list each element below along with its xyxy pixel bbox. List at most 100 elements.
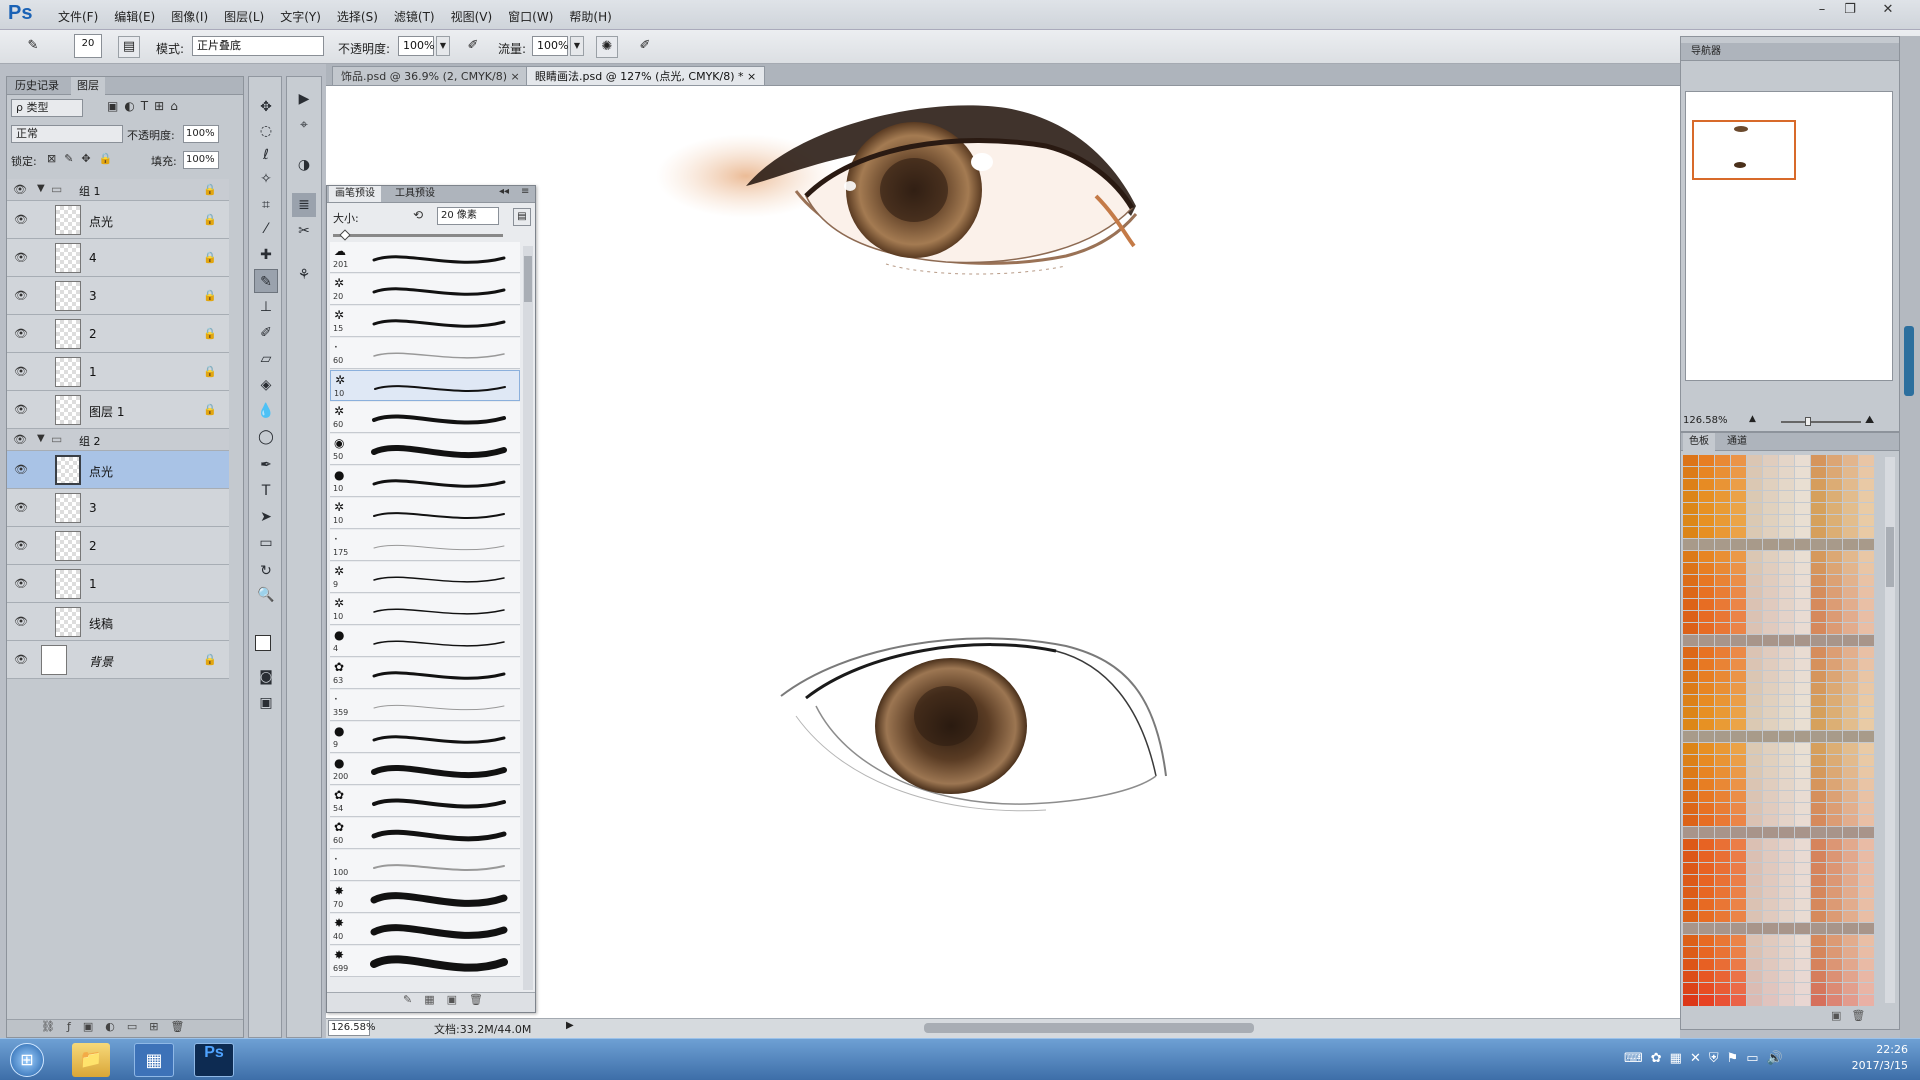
color-swatch[interactable] [1699,983,1714,994]
zoom-tool-icon[interactable]: 🔍 [254,583,278,607]
path-select-icon[interactable]: ➤ [254,505,278,529]
layer-footer-icons[interactable]: ⛓ƒ▣◐▭⊞🗑 [7,1019,243,1037]
color-swatch[interactable] [1683,767,1698,778]
color-swatch[interactable] [1683,515,1698,526]
color-swatch[interactable] [1715,611,1730,622]
color-swatch[interactable] [1763,587,1778,598]
color-swatch[interactable] [1779,671,1794,682]
color-swatch[interactable] [1827,479,1842,490]
tab-channels[interactable]: 通道 [1721,433,1753,451]
color-swatch[interactable] [1731,803,1746,814]
color-swatch[interactable] [1795,647,1810,658]
restore-button[interactable]: ❐ [1836,0,1864,20]
color-swatch[interactable] [1715,743,1730,754]
color-swatch[interactable] [1731,491,1746,502]
color-swatch[interactable] [1715,671,1730,682]
color-swatch[interactable] [1683,875,1698,886]
swatch-grid[interactable] [1683,455,1875,1006]
photoshop-taskbar-icon[interactable]: Ps [194,1043,234,1077]
opacity-field[interactable]: 100% [398,36,434,56]
color-swatch[interactable] [1859,863,1874,874]
color-swatch[interactable] [1763,659,1778,670]
color-swatch[interactable] [1747,911,1762,922]
color-swatch[interactable] [1795,791,1810,802]
flow-field[interactable]: 100% [532,36,568,56]
color-swatch[interactable] [1699,947,1714,958]
color-swatch[interactable] [1827,587,1842,598]
color-swatch[interactable] [1827,911,1842,922]
color-swatch[interactable] [1843,551,1858,562]
color-swatch[interactable] [1683,683,1698,694]
visibility-eye-icon[interactable]: 👁 [13,250,29,266]
layer-row[interactable]: 👁 4 🔒 [7,239,229,277]
color-swatch[interactable] [1779,479,1794,490]
panel-menu-icon[interactable]: ≡ [521,186,529,197]
brush-preset-row[interactable]: ✸ 40 [330,914,520,945]
color-swatch[interactable] [1763,731,1778,742]
color-swatch[interactable] [1715,875,1730,886]
color-swatch[interactable] [1843,887,1858,898]
color-swatch[interactable] [1811,815,1826,826]
color-swatch[interactable] [1683,491,1698,502]
color-swatch[interactable] [1795,743,1810,754]
color-swatch[interactable] [1811,971,1826,982]
brush-preset-row[interactable]: · 175 [330,530,520,561]
color-swatch[interactable] [1827,875,1842,886]
color-swatch[interactable] [1683,587,1698,598]
color-swatch[interactable] [1699,659,1714,670]
visibility-eye-icon[interactable]: 👁 [13,614,29,630]
color-swatch[interactable] [1715,827,1730,838]
color-swatch[interactable] [1779,719,1794,730]
color-swatch[interactable] [1699,455,1714,466]
color-swatch[interactable] [1859,647,1874,658]
color-swatch[interactable] [1827,683,1842,694]
eraser-tool-icon[interactable]: ▱ [254,347,278,371]
color-swatch[interactable] [1699,887,1714,898]
color-swatch[interactable] [1683,551,1698,562]
color-swatch[interactable] [1795,551,1810,562]
color-swatch[interactable] [1795,515,1810,526]
color-swatch[interactable] [1715,863,1730,874]
color-swatch[interactable] [1699,911,1714,922]
color-swatch[interactable] [1811,935,1826,946]
color-swatch[interactable] [1747,899,1762,910]
color-swatch[interactable] [1683,983,1698,994]
color-swatch[interactable] [1827,899,1842,910]
color-swatch[interactable] [1827,455,1842,466]
tab-layers[interactable]: 图层 [71,77,105,95]
color-swatch[interactable] [1779,743,1794,754]
color-swatch[interactable] [1811,575,1826,586]
color-swatch[interactable] [1859,911,1874,922]
color-swatch[interactable] [1683,803,1698,814]
color-swatch[interactable] [1683,791,1698,802]
color-swatch[interactable] [1699,671,1714,682]
color-swatch[interactable] [1699,731,1714,742]
color-swatch[interactable] [1683,539,1698,550]
color-swatch[interactable] [1843,743,1858,754]
menu-filter[interactable]: 滤镜(T) [386,8,443,25]
color-swatch[interactable] [1827,779,1842,790]
color-swatch[interactable] [1731,791,1746,802]
color-swatch[interactable] [1859,599,1874,610]
menu-view[interactable]: 视图(V) [443,8,501,25]
layer-row[interactable]: 👁 3 [7,489,229,527]
color-swatch[interactable] [1779,587,1794,598]
color-swatch[interactable] [1699,851,1714,862]
color-swatch[interactable] [1699,527,1714,538]
brush-preset-row[interactable]: ✿ 60 [330,818,520,849]
color-swatch[interactable] [1731,887,1746,898]
color-swatch[interactable] [1731,551,1746,562]
color-swatch[interactable] [1763,635,1778,646]
color-swatch[interactable] [1731,971,1746,982]
color-swatch[interactable] [1683,899,1698,910]
marquee-tool-icon[interactable]: ◌ [254,119,278,143]
visibility-eye-icon[interactable]: 👁 [13,212,29,228]
color-swatch[interactable] [1859,815,1874,826]
color-swatch[interactable] [1715,467,1730,478]
lock-icons[interactable]: ⊠✎✥🔒 [47,152,120,165]
color-swatch[interactable] [1731,611,1746,622]
color-swatch[interactable] [1683,671,1698,682]
color-swatch[interactable] [1795,815,1810,826]
layer-opacity-field[interactable]: 100% [183,125,219,143]
color-swatch[interactable] [1699,863,1714,874]
